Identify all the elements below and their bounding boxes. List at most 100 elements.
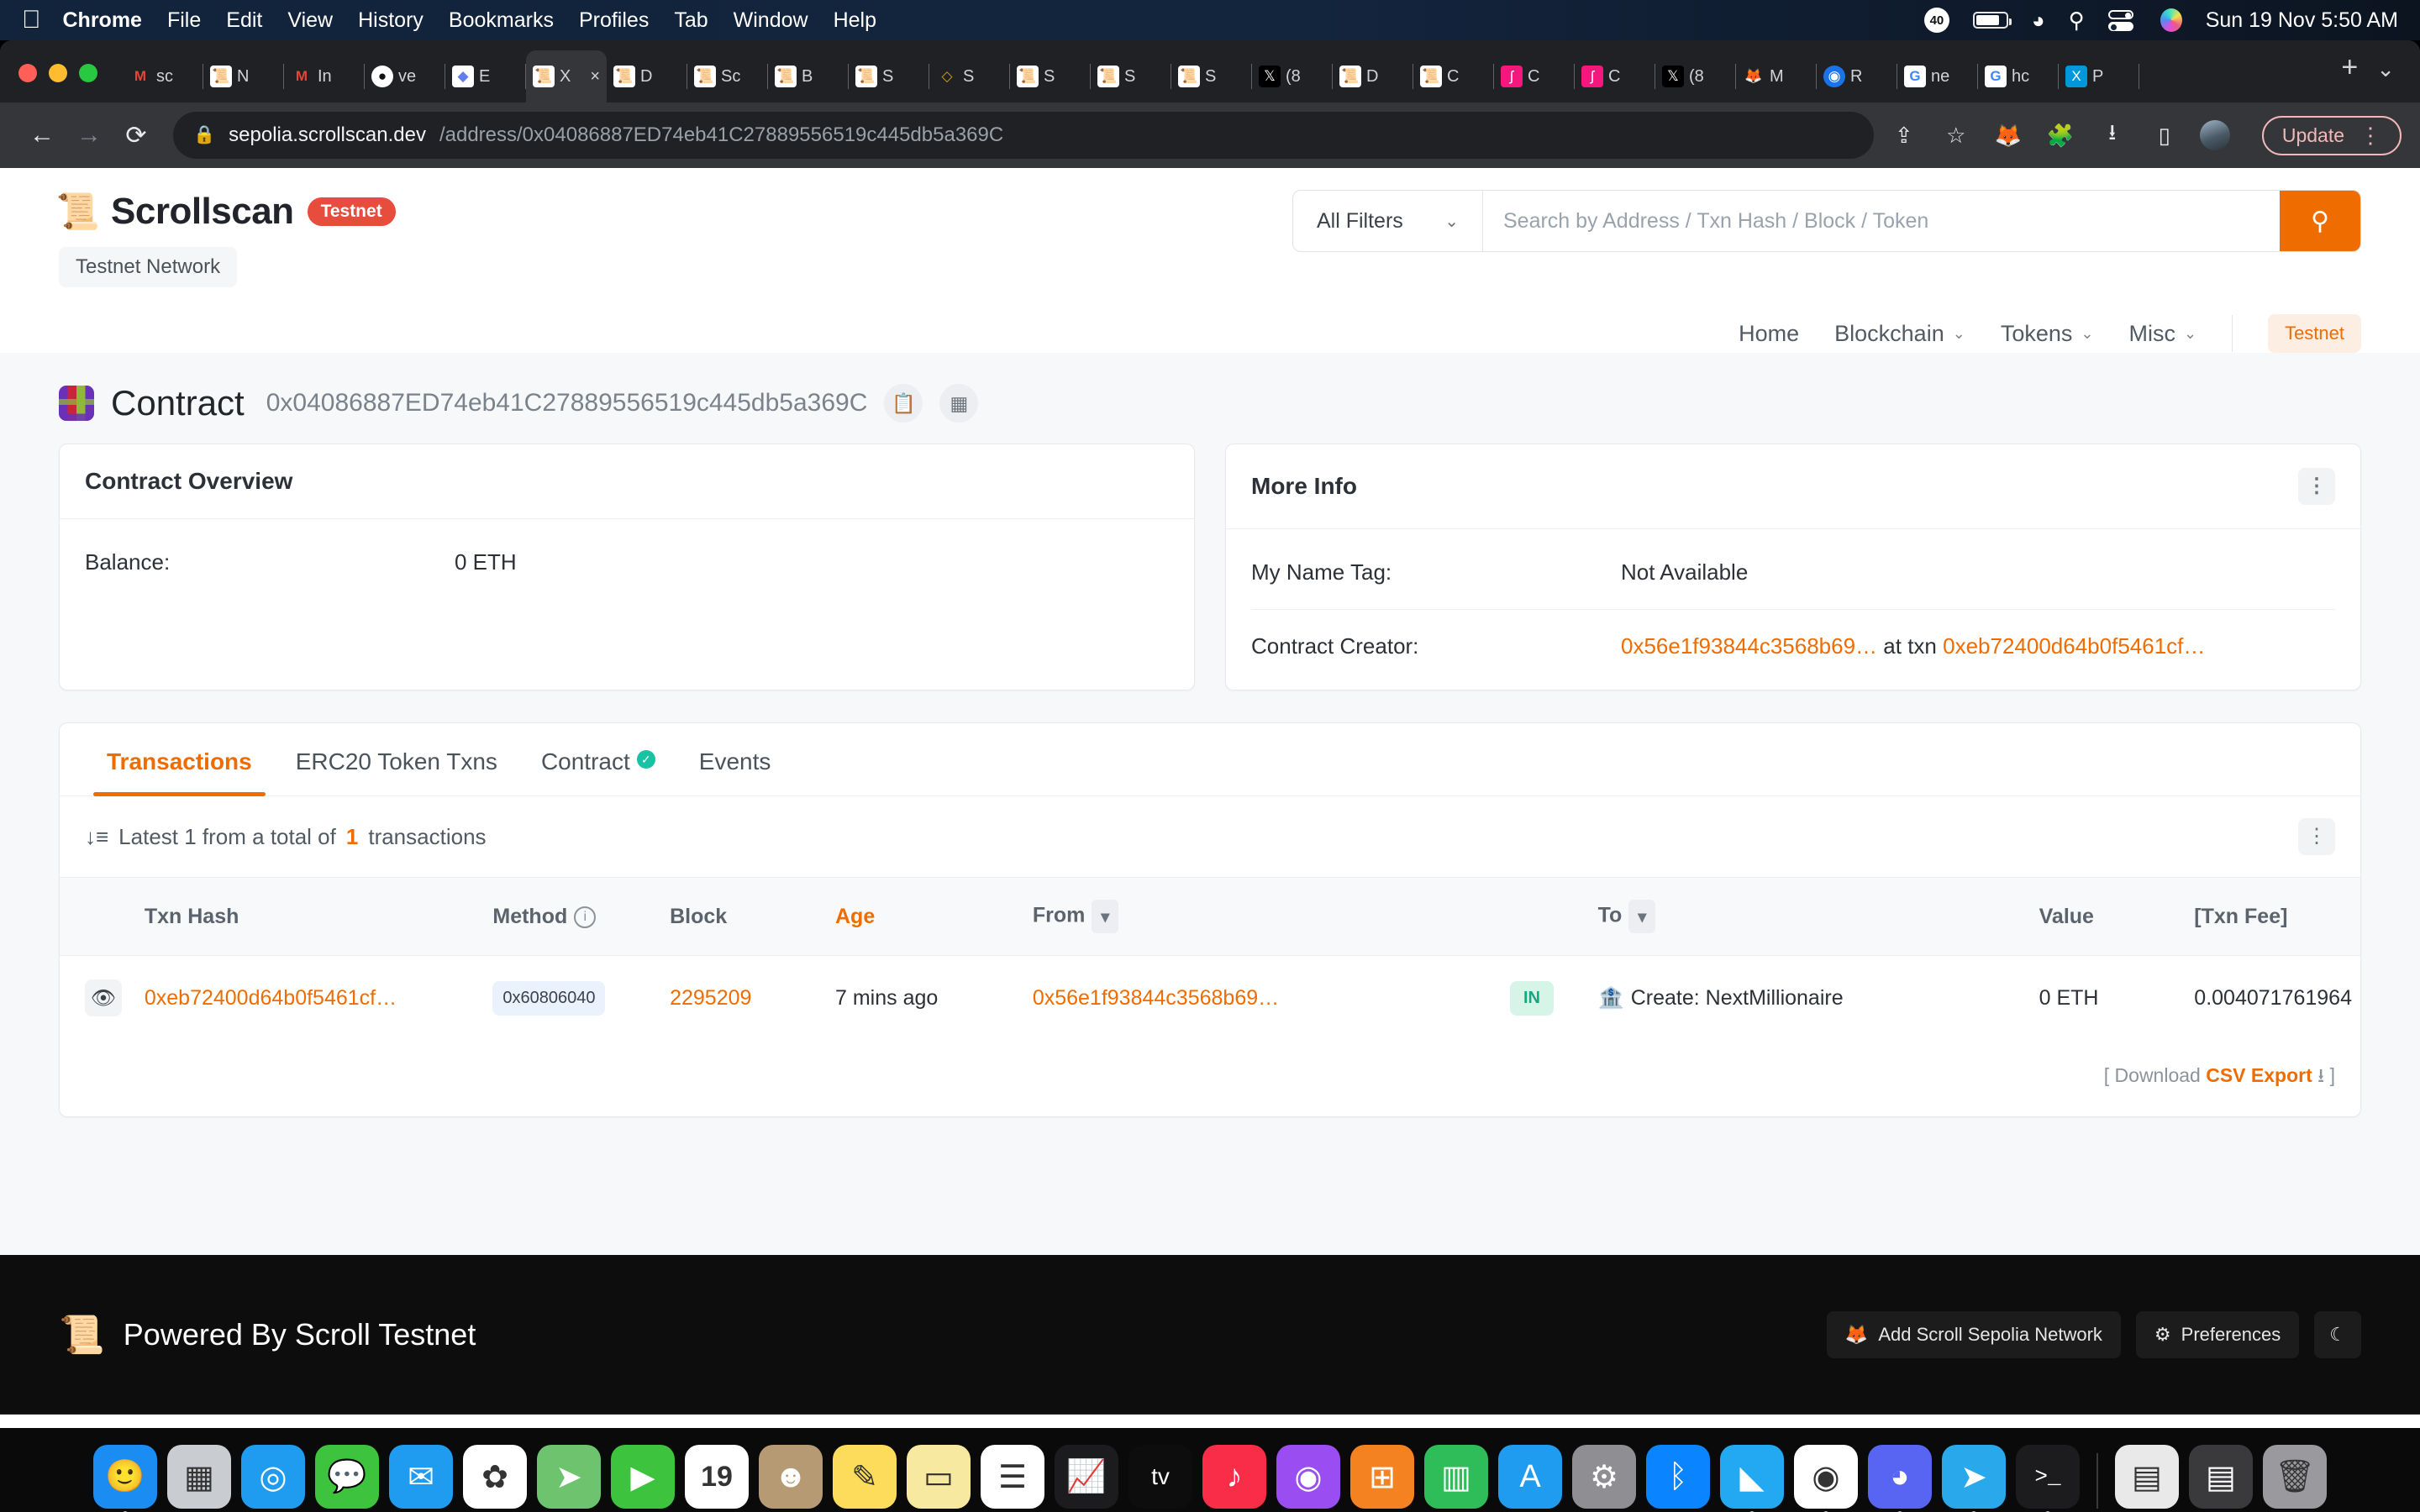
dock-item-reminders[interactable]: ☰ bbox=[981, 1445, 1044, 1509]
dock-item-telegram[interactable]: ➤ bbox=[1942, 1445, 2006, 1509]
forward-arrow-icon[interactable]: → bbox=[66, 112, 113, 159]
browser-tab[interactable]: 📜 S bbox=[1091, 50, 1171, 102]
three-dot-menu-icon[interactable]: ⋮ bbox=[2298, 818, 2335, 855]
reload-icon[interactable]: ⟳ bbox=[113, 112, 160, 159]
add-scroll-sepolia-network-button[interactable]: 🦊 Add Scroll Sepolia Network bbox=[1826, 1310, 2121, 1358]
dock-item-music[interactable]: ♪ bbox=[1202, 1445, 1266, 1509]
qr-code-icon[interactable]: ▦ bbox=[939, 384, 979, 423]
apple-menu-icon[interactable]:  bbox=[22, 8, 41, 33]
browser-tab[interactable]: 📜 S bbox=[1010, 50, 1091, 102]
browser-tab[interactable]: 📜 D bbox=[1333, 50, 1413, 102]
browser-tab[interactable]: Gne bbox=[1897, 50, 1978, 102]
update-button[interactable]: Update ⋮ bbox=[2261, 115, 2402, 155]
back-arrow-icon[interactable]: ← bbox=[18, 112, 66, 159]
dock-item-chrome[interactable]: ◉ bbox=[1794, 1445, 1858, 1509]
theme-toggle-button[interactable]: ☾ bbox=[2314, 1310, 2361, 1358]
creator-txn-link[interactable]: 0xeb72400d64b0f5461cf… bbox=[1943, 633, 2205, 659]
browser-tab[interactable]: Ghc bbox=[1978, 50, 2059, 102]
browser-tab[interactable]: 📜 B bbox=[768, 50, 849, 102]
wifi-icon[interactable]: ◕ bbox=[2032, 9, 2045, 31]
control-center-icon[interactable] bbox=[2107, 10, 2137, 31]
three-dot-menu-icon[interactable]: ⋮ bbox=[2360, 124, 2381, 147]
dock-item-messages[interactable]: 💬 bbox=[315, 1445, 379, 1509]
column-age[interactable]: Age bbox=[827, 878, 1024, 956]
browser-tab[interactable]: 📜 S bbox=[849, 50, 929, 102]
close-icon[interactable]: × bbox=[590, 67, 600, 87]
method-chip[interactable]: 0x60806040 bbox=[492, 980, 606, 1016]
dock-item-finder[interactable]: 🙂 bbox=[93, 1445, 157, 1509]
battery-icon[interactable] bbox=[1972, 12, 2012, 29]
dock-item-apple-tv[interactable]: tv bbox=[1128, 1445, 1192, 1509]
browser-tab[interactable]: 📜 S bbox=[1171, 50, 1252, 102]
dock-item-trash[interactable]: 🗑 bbox=[2263, 1445, 2327, 1509]
new-tab-button[interactable]: + bbox=[2323, 51, 2376, 102]
dock-item-mail[interactable]: ✉ bbox=[389, 1445, 453, 1509]
address-bar[interactable]: 🔒 sepolia.scrollscan.dev /address/0x0408… bbox=[173, 112, 1874, 159]
eye-icon[interactable]: 👁 bbox=[85, 979, 122, 1016]
menu-item-bookmarks[interactable]: Bookmarks bbox=[449, 8, 554, 33]
dock-item-numbers[interactable]: ▥ bbox=[1424, 1445, 1488, 1509]
three-dot-menu-icon[interactable]: ⋮ bbox=[2298, 468, 2335, 505]
browser-tab[interactable]: ◆ E bbox=[445, 50, 526, 102]
txn-hash-link[interactable]: 0xeb72400d64b0f5461cf… bbox=[145, 986, 397, 1010]
side-panel-icon[interactable]: ▯ bbox=[2148, 118, 2181, 152]
dock-item-stocks[interactable]: 📈 bbox=[1055, 1445, 1118, 1509]
chevron-down-icon[interactable]: ⌄ bbox=[2376, 56, 2420, 102]
browser-tab[interactable]: 📜 Sc bbox=[687, 50, 768, 102]
browser-tab[interactable]: ◉ R bbox=[1817, 50, 1897, 102]
download-icon[interactable]: ⭳ bbox=[2317, 1064, 2324, 1086]
menu-item-file[interactable]: File bbox=[167, 8, 201, 33]
dock-item-photos[interactable]: ✿ bbox=[463, 1445, 527, 1509]
menu-item-help[interactable]: Help bbox=[834, 8, 876, 33]
dock-item-stickies[interactable]: ▭ bbox=[907, 1445, 971, 1509]
browser-tab[interactable]: ʃC bbox=[1494, 50, 1575, 102]
browser-tab[interactable]: 📜 D bbox=[607, 50, 687, 102]
browser-tab[interactable]: ◇ S bbox=[929, 50, 1010, 102]
browser-tab[interactable]: ● ve bbox=[365, 50, 445, 102]
browser-tab[interactable]: M In bbox=[284, 50, 365, 102]
all-filters-dropdown[interactable]: All Filters ⌄ bbox=[1293, 191, 1483, 251]
network-selector-button[interactable]: Testnet Network bbox=[59, 247, 238, 287]
info-icon[interactable]: i bbox=[574, 906, 597, 928]
siri-icon[interactable] bbox=[2160, 8, 2182, 32]
dock-item-podcasts[interactable]: ◉ bbox=[1276, 1445, 1340, 1509]
dock-item-document[interactable]: ▤ bbox=[2115, 1445, 2179, 1509]
dock-item-downloads[interactable]: ▤ bbox=[2189, 1445, 2253, 1509]
menu-item-profiles[interactable]: Profiles bbox=[579, 8, 649, 33]
notification-badge-icon[interactable]: 40 bbox=[1923, 8, 1949, 33]
dock-item-safari[interactable]: ◎ bbox=[241, 1445, 305, 1509]
tab-transactions[interactable]: Transactions bbox=[85, 723, 274, 796]
network-tag[interactable]: Testnet bbox=[2268, 314, 2361, 353]
nav-item-home[interactable]: Home bbox=[1739, 321, 1799, 347]
dock-item-discord[interactable]: ◕ bbox=[1868, 1445, 1932, 1509]
dock-item-facetime[interactable]: ▶ bbox=[611, 1445, 675, 1509]
dock-item-app-store[interactable]: A bbox=[1498, 1445, 1562, 1509]
maximize-window-button[interactable] bbox=[79, 64, 97, 82]
sort-descending-icon[interactable]: ↓≡ bbox=[85, 824, 108, 850]
browser-tab[interactable]: ʃC bbox=[1575, 50, 1655, 102]
search-submit-button[interactable]: ⚲ bbox=[2280, 191, 2360, 251]
from-address-link[interactable]: 0x56e1f93844c3568b69… bbox=[1033, 986, 1279, 1010]
nav-item-misc[interactable]: Misc ⌄ bbox=[2128, 321, 2196, 347]
block-link[interactable]: 2295209 bbox=[670, 986, 751, 1010]
dock-item-launchpad[interactable]: ▦ bbox=[167, 1445, 231, 1509]
menu-item-chrome[interactable]: Chrome bbox=[63, 8, 142, 33]
share-icon[interactable]: ⇪ bbox=[1887, 118, 1921, 152]
filter-icon[interactable]: ▾ bbox=[1092, 900, 1119, 933]
creator-address-link[interactable]: 0x56e1f93844c3568b69… bbox=[1621, 633, 1877, 659]
menu-item-tab[interactable]: Tab bbox=[674, 8, 708, 33]
close-window-button[interactable] bbox=[18, 64, 37, 82]
metamask-icon[interactable]: 🦊 bbox=[1991, 118, 2025, 152]
download-icon[interactable]: ⭳ bbox=[2096, 118, 2129, 152]
dock-item-app-store-books[interactable]: ⊞ bbox=[1350, 1445, 1414, 1509]
avatar[interactable] bbox=[2199, 120, 2230, 150]
nav-item-blockchain[interactable]: Blockchain ⌄ bbox=[1834, 321, 1965, 347]
csv-export-link[interactable]: CSV Export bbox=[2206, 1064, 2312, 1086]
menu-item-view[interactable]: View bbox=[287, 8, 333, 33]
dock-item-vs-code[interactable]: ◣ bbox=[1720, 1445, 1784, 1509]
copy-icon[interactable]: 📋 bbox=[884, 384, 923, 423]
star-icon[interactable]: ☆ bbox=[1939, 118, 1973, 152]
search-input[interactable] bbox=[1483, 191, 2280, 251]
browser-tab[interactable]: 𝕏 (8 bbox=[1655, 50, 1736, 102]
dock-item-notes[interactable]: ✎ bbox=[833, 1445, 897, 1509]
